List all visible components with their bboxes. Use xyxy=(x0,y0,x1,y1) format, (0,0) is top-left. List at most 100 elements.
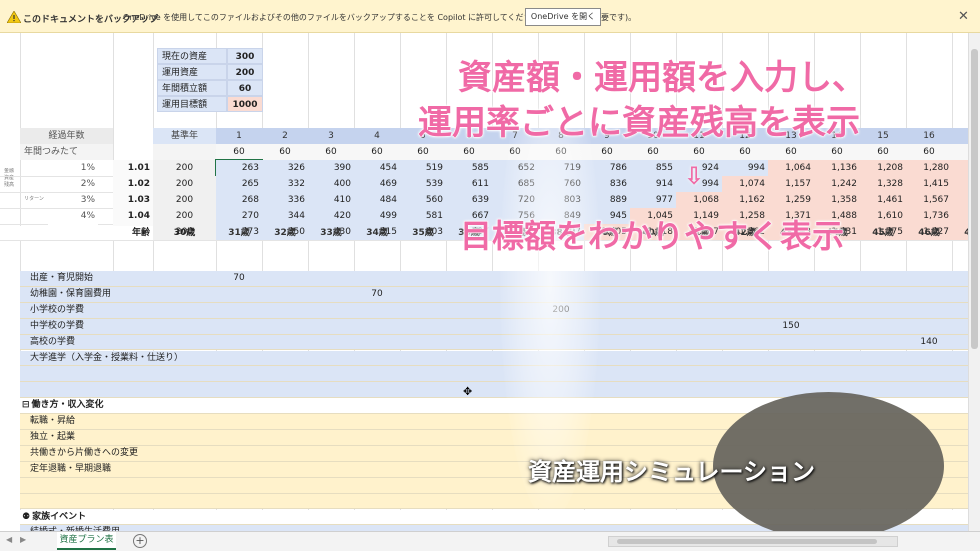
balance-cell[interactable]: 484 xyxy=(354,192,400,208)
year-header-3[interactable]: 3 xyxy=(308,128,354,144)
balance-cell[interactable]: 1,162 xyxy=(722,192,768,208)
age-cell[interactable]: 46歳 xyxy=(906,226,952,240)
input-value[interactable]: 200 xyxy=(227,64,263,80)
section-header[interactable]: ⚉ 家族イベント xyxy=(20,510,153,526)
input-value[interactable]: 1000 xyxy=(227,96,263,112)
return-label[interactable]: リターン xyxy=(20,192,48,206)
rate-cell[interactable]: 4% xyxy=(48,208,98,224)
event-label[interactable]: 出産・育児開始 xyxy=(20,271,153,287)
event-row[interactable] xyxy=(20,302,968,319)
balance-cell[interactable]: 1,280 xyxy=(906,160,952,176)
balance-cell[interactable]: 1,610 xyxy=(860,208,906,224)
annual-cell[interactable]: 60 xyxy=(768,144,814,160)
balance-cell[interactable]: 336 xyxy=(262,192,308,208)
balance-cell[interactable]: 390 xyxy=(308,160,354,176)
annual-cell[interactable]: 60 xyxy=(262,144,308,160)
annual-cell[interactable]: 60 xyxy=(446,144,492,160)
year-header-16[interactable]: 16 xyxy=(906,128,952,144)
balance-cell[interactable]: 539 xyxy=(400,176,446,192)
open-onedrive-button[interactable]: OneDrive を開く xyxy=(525,8,601,26)
balance-cell[interactable]: 1,157 xyxy=(768,176,814,192)
balance-cell[interactable]: 265 xyxy=(216,176,262,192)
event-label[interactable]: 小学校の学費 xyxy=(20,303,153,319)
event-label[interactable]: 定年退職・早期退職 xyxy=(20,462,153,478)
event-value[interactable]: 150 xyxy=(768,319,814,335)
age-cell[interactable]: 34歳 xyxy=(354,226,400,240)
rate-cell[interactable]: 1% xyxy=(48,160,98,176)
balance-cell[interactable]: 1,208 xyxy=(860,160,906,176)
event-row[interactable] xyxy=(20,318,968,335)
prev-sheet-arrow[interactable]: ◀ xyxy=(6,535,12,544)
event-row[interactable] xyxy=(20,366,968,383)
balance-cell[interactable]: 611 xyxy=(446,176,492,192)
balance-cell[interactable]: 270 xyxy=(216,208,262,224)
horizontal-scrollbar[interactable] xyxy=(608,536,898,547)
balance-cell[interactable]: 1,567 xyxy=(906,192,952,208)
age-label[interactable]: 年齢 xyxy=(20,226,153,240)
input-label[interactable]: 運用目標額 xyxy=(157,96,227,112)
age-cell[interactable]: 31歳 xyxy=(216,226,262,240)
next-sheet-arrow[interactable]: ▶ xyxy=(20,535,26,544)
rate-cell[interactable]: 3% xyxy=(48,192,98,208)
annual-base[interactable] xyxy=(153,144,216,160)
balance-cell[interactable]: 344 xyxy=(262,208,308,224)
balance-cell[interactable]: 420 xyxy=(308,208,354,224)
sheet-tab[interactable]: 資産プラン表 xyxy=(57,532,116,550)
balance-cell[interactable]: 1,064 xyxy=(768,160,814,176)
side-label[interactable]: 金融資産残高 xyxy=(3,168,15,228)
event-label[interactable]: 大学進学（入学金・授業料・仕送り） xyxy=(20,351,183,367)
balance-cell[interactable]: 1,068 xyxy=(676,192,722,208)
balance-cell[interactable]: 268 xyxy=(216,192,262,208)
multiplier-cell[interactable]: 1.03 xyxy=(113,192,153,208)
year-header-1[interactable]: 1 xyxy=(216,128,262,144)
balance-cell[interactable]: 585 xyxy=(446,160,492,176)
balance-cell[interactable]: 1,415 xyxy=(906,176,952,192)
base-year-label[interactable]: 基準年 xyxy=(153,128,216,144)
balance-cell[interactable]: 326 xyxy=(262,160,308,176)
input-value[interactable]: 60 xyxy=(227,80,263,96)
balance-cell[interactable]: 977 xyxy=(630,192,676,208)
family-icon[interactable]: ⚉ xyxy=(22,512,30,522)
balance-cell[interactable]: 1,461 xyxy=(860,192,906,208)
event-label[interactable]: 高校の学費 xyxy=(20,335,153,351)
event-label[interactable]: 共働きから片働きへの変更 xyxy=(20,446,153,462)
balance-cell[interactable]: 994 xyxy=(722,160,768,176)
balance-cell[interactable]: 400 xyxy=(308,176,354,192)
input-label[interactable]: 年間積立額 xyxy=(157,80,227,96)
annual-cell[interactable]: 60 xyxy=(676,144,722,160)
event-label[interactable] xyxy=(20,382,153,398)
balance-cell[interactable]: 469 xyxy=(354,176,400,192)
balance-cell[interactable]: 1,074 xyxy=(722,176,768,192)
age-cell[interactable]: 32歳 xyxy=(262,226,308,240)
balance-cell[interactable]: 560 xyxy=(400,192,446,208)
balance-cell[interactable]: 1,736 xyxy=(906,208,952,224)
event-row[interactable] xyxy=(20,286,968,303)
year-header-2[interactable]: 2 xyxy=(262,128,308,144)
event-value[interactable]: 70 xyxy=(354,287,400,303)
base-age[interactable]: 30歳 xyxy=(153,226,216,240)
annual-label[interactable]: 年間つみたて xyxy=(20,144,113,160)
balance-cell[interactable]: 519 xyxy=(400,160,446,176)
balance-cell[interactable]: 1,136 xyxy=(814,160,860,176)
balance-cell[interactable]: 581 xyxy=(400,208,446,224)
horizontal-scroll-thumb[interactable] xyxy=(617,539,877,544)
balance-cell[interactable]: 499 xyxy=(354,208,400,224)
event-label[interactable]: 中学校の学費 xyxy=(20,319,153,335)
event-label[interactable]: 独立・起業 xyxy=(20,430,153,446)
base-value-cell[interactable]: 200 xyxy=(153,176,216,192)
input-label[interactable]: 現在の資産 xyxy=(157,48,227,64)
balance-cell[interactable]: 639 xyxy=(446,192,492,208)
age-cell[interactable]: 45歳 xyxy=(860,226,906,240)
age-cell[interactable]: 35歳 xyxy=(400,226,446,240)
balance-cell[interactable]: 263 xyxy=(215,159,263,177)
balance-cell[interactable]: 855 xyxy=(630,160,676,176)
multiplier-cell[interactable]: 1.01 xyxy=(113,160,153,176)
age-cell[interactable]: 33歳 xyxy=(308,226,354,240)
close-icon[interactable]: ✕ xyxy=(958,9,969,24)
vertical-scrollbar[interactable] xyxy=(968,33,980,533)
multiplier-cell[interactable]: 1.02 xyxy=(113,176,153,192)
base-value-cell[interactable]: 200 xyxy=(153,208,216,224)
annual-cell[interactable]: 60 xyxy=(630,144,676,160)
section-header[interactable]: ⊟ 働き方・収入変化 xyxy=(20,398,153,414)
annual-cell[interactable]: 60 xyxy=(354,144,400,160)
